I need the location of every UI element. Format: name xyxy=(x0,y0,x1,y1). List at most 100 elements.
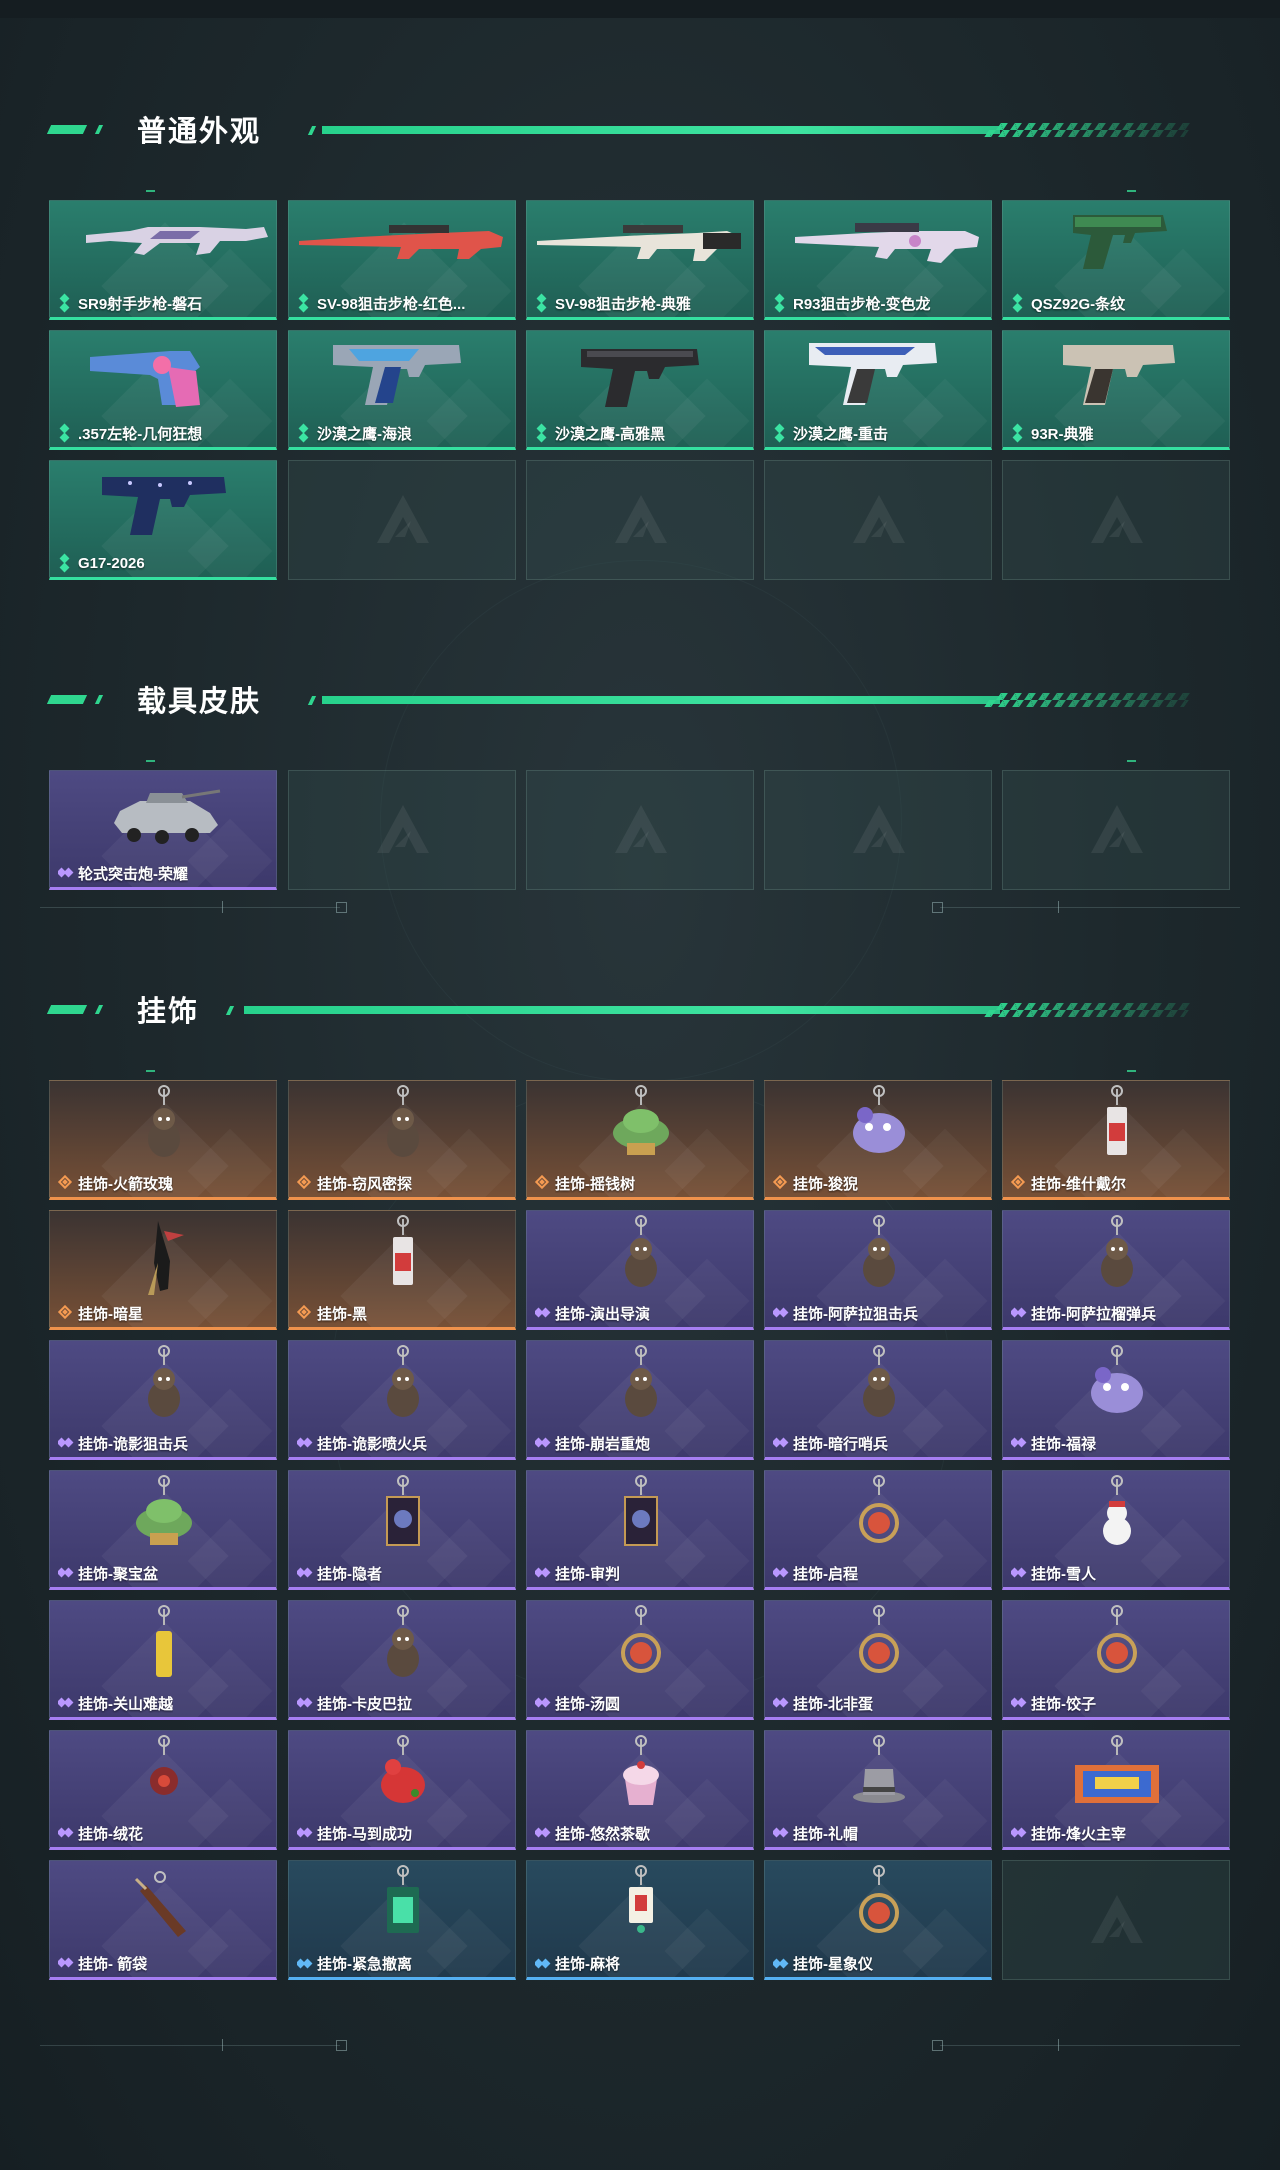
item-label: 挂饰-诡影喷火兵 xyxy=(297,1433,509,1453)
item-card[interactable]: 挂饰-诡影喷火兵 xyxy=(288,1340,516,1460)
item-card[interactable]: R93狙击步枪-变色龙 xyxy=(764,200,992,320)
item-image xyxy=(527,201,753,291)
item-card[interactable]: 挂饰-绒花 xyxy=(49,1730,277,1850)
rarity-icon xyxy=(773,1305,789,1321)
grid-corner-tick xyxy=(1127,190,1136,192)
item-label: 挂饰-紧急撤离 xyxy=(297,1953,509,1973)
rarity-icon xyxy=(535,293,549,313)
item-card[interactable]: 挂饰-审判 xyxy=(526,1470,754,1590)
item-card[interactable]: 挂饰-汤圆 xyxy=(526,1600,754,1720)
rarity-icon xyxy=(535,1174,550,1191)
item-card[interactable]: 挂饰-马到成功 xyxy=(288,1730,516,1850)
section-header: 普通外观 xyxy=(46,108,1199,148)
item-image xyxy=(765,331,991,421)
item-card[interactable]: 挂饰-摇钱树 xyxy=(526,1080,754,1200)
rarity-icon xyxy=(58,553,72,573)
item-card[interactable]: 挂饰-星象仪 xyxy=(764,1860,992,1980)
item-card[interactable]: 挂饰-窃风密探 xyxy=(288,1080,516,1200)
item-card[interactable]: .357左轮-几何狂想 xyxy=(49,330,277,450)
rarity-icon xyxy=(773,1825,789,1841)
item-card[interactable]: 挂饰-饺子 xyxy=(1002,1600,1230,1720)
item-card[interactable]: 挂饰-崩岩重炮 xyxy=(526,1340,754,1460)
item-card[interactable]: QSZ92G-条纹 xyxy=(1002,200,1230,320)
item-name: 挂饰-烽火主宰 xyxy=(1031,1825,1126,1843)
item-label: 挂饰-摇钱树 xyxy=(535,1173,747,1193)
item-card[interactable]: 挂饰-狻猊 xyxy=(764,1080,992,1200)
rarity-icon xyxy=(1011,293,1025,313)
item-name: 挂饰-阿萨拉榴弹兵 xyxy=(1031,1305,1156,1323)
item-image xyxy=(765,1081,991,1171)
item-card[interactable]: 挂饰-雪人 xyxy=(1002,1470,1230,1590)
rarity-icon-part xyxy=(778,1958,789,1969)
item-card[interactable]: 挂饰-暗行哨兵 xyxy=(764,1340,992,1460)
item-label: 挂饰-火箭玫瑰 xyxy=(58,1173,270,1193)
rarity-icon-part xyxy=(778,1697,789,1708)
item-card[interactable]: 沙漠之鹰-海浪 xyxy=(288,330,516,450)
item-card[interactable]: 挂饰-演出导演 xyxy=(526,1210,754,1330)
rarity-icon xyxy=(773,1955,789,1971)
item-image xyxy=(289,1341,515,1431)
rarity-icon-part xyxy=(298,302,309,313)
rarity-icon xyxy=(773,423,787,443)
item-name: 挂饰-北非蛋 xyxy=(793,1695,873,1713)
item-card[interactable]: 挂饰-诡影狙击兵 xyxy=(49,1340,277,1460)
item-card[interactable]: 挂饰-礼帽 xyxy=(764,1730,992,1850)
item-card[interactable]: 挂饰-启程 xyxy=(764,1470,992,1590)
item-card[interactable]: 挂饰-黑 xyxy=(288,1210,516,1330)
item-card[interactable]: 挂饰-隐者 xyxy=(288,1470,516,1590)
item-label: 挂饰-汤圆 xyxy=(535,1693,747,1713)
rarity-icon-part xyxy=(302,1827,313,1838)
item-card[interactable]: 挂饰- 箭袋 xyxy=(49,1860,277,1980)
item-label: 挂饰-悠然茶歇 xyxy=(535,1823,747,1843)
rarity-icon xyxy=(1011,1825,1027,1841)
logo-watermark-icon xyxy=(849,491,909,551)
item-image xyxy=(1003,201,1229,291)
item-card[interactable]: 挂饰-北非蛋 xyxy=(764,1600,992,1720)
item-card[interactable]: SV-98狙击步枪-红色... xyxy=(288,200,516,320)
item-card[interactable]: 挂饰-聚宝盆 xyxy=(49,1470,277,1590)
item-label: 挂饰-审判 xyxy=(535,1563,747,1583)
item-card[interactable]: 挂饰-关山难越 xyxy=(49,1600,277,1720)
item-card[interactable]: 挂饰-卡皮巴拉 xyxy=(288,1600,516,1720)
section-title: 挂饰 xyxy=(137,996,200,1028)
rarity-icon xyxy=(535,1565,551,1581)
section-title: 普通外观 xyxy=(137,116,262,148)
rarity-icon xyxy=(297,1695,313,1711)
item-card[interactable]: SR9射手步枪-磐石 xyxy=(49,200,277,320)
item-label: 挂饰-暗星 xyxy=(58,1303,270,1323)
item-image xyxy=(527,1341,753,1431)
item-label: 挂饰-绒花 xyxy=(58,1823,270,1843)
item-card[interactable]: 挂饰-暗星 xyxy=(49,1210,277,1330)
item-card[interactable]: 沙漠之鹰-重击 xyxy=(764,330,992,450)
rarity-icon-part xyxy=(63,1827,74,1838)
item-card[interactable]: 挂饰-阿萨拉榴弹兵 xyxy=(1002,1210,1230,1330)
item-label: 挂饰-黑 xyxy=(297,1303,509,1323)
item-name: 沙漠之鹰-重击 xyxy=(793,425,888,443)
rarity-icon xyxy=(58,1825,74,1841)
item-name: 挂饰-福禄 xyxy=(1031,1435,1096,1453)
item-card[interactable]: 挂饰-麻将 xyxy=(526,1860,754,1980)
item-card[interactable]: 沙漠之鹰-高雅黑 xyxy=(526,330,754,450)
item-card[interactable]: 93R-典雅 xyxy=(1002,330,1230,450)
item-card[interactable]: G17-2026 xyxy=(49,460,277,580)
item-image xyxy=(765,1211,991,1301)
item-label: 挂饰-关山难越 xyxy=(58,1693,270,1713)
item-card[interactable]: 轮式突击炮-荣耀 xyxy=(49,770,277,890)
empty-slot xyxy=(526,770,754,890)
item-name: 沙漠之鹰-高雅黑 xyxy=(555,425,665,443)
item-card[interactable]: 挂饰-维什戴尔 xyxy=(1002,1080,1230,1200)
item-card[interactable]: 挂饰-悠然茶歇 xyxy=(526,1730,754,1850)
item-name: 挂饰- 箭袋 xyxy=(78,1955,148,1973)
item-card[interactable]: 挂饰-福禄 xyxy=(1002,1340,1230,1460)
footer-rule xyxy=(940,907,1240,908)
item-name: 挂饰-礼帽 xyxy=(793,1825,858,1843)
item-card[interactable]: 挂饰-阿萨拉狙击兵 xyxy=(764,1210,992,1330)
item-card[interactable]: SV-98狙击步枪-典雅 xyxy=(526,200,754,320)
item-label: .357左轮-几何狂想 xyxy=(58,423,270,443)
item-name: 沙漠之鹰-海浪 xyxy=(317,425,412,443)
rarity-icon xyxy=(297,1565,313,1581)
item-card[interactable]: 挂饰-烽火主宰 xyxy=(1002,1730,1230,1850)
item-image xyxy=(50,1211,276,1301)
item-card[interactable]: 挂饰-火箭玫瑰 xyxy=(49,1080,277,1200)
item-card[interactable]: 挂饰-紧急撤离 xyxy=(288,1860,516,1980)
